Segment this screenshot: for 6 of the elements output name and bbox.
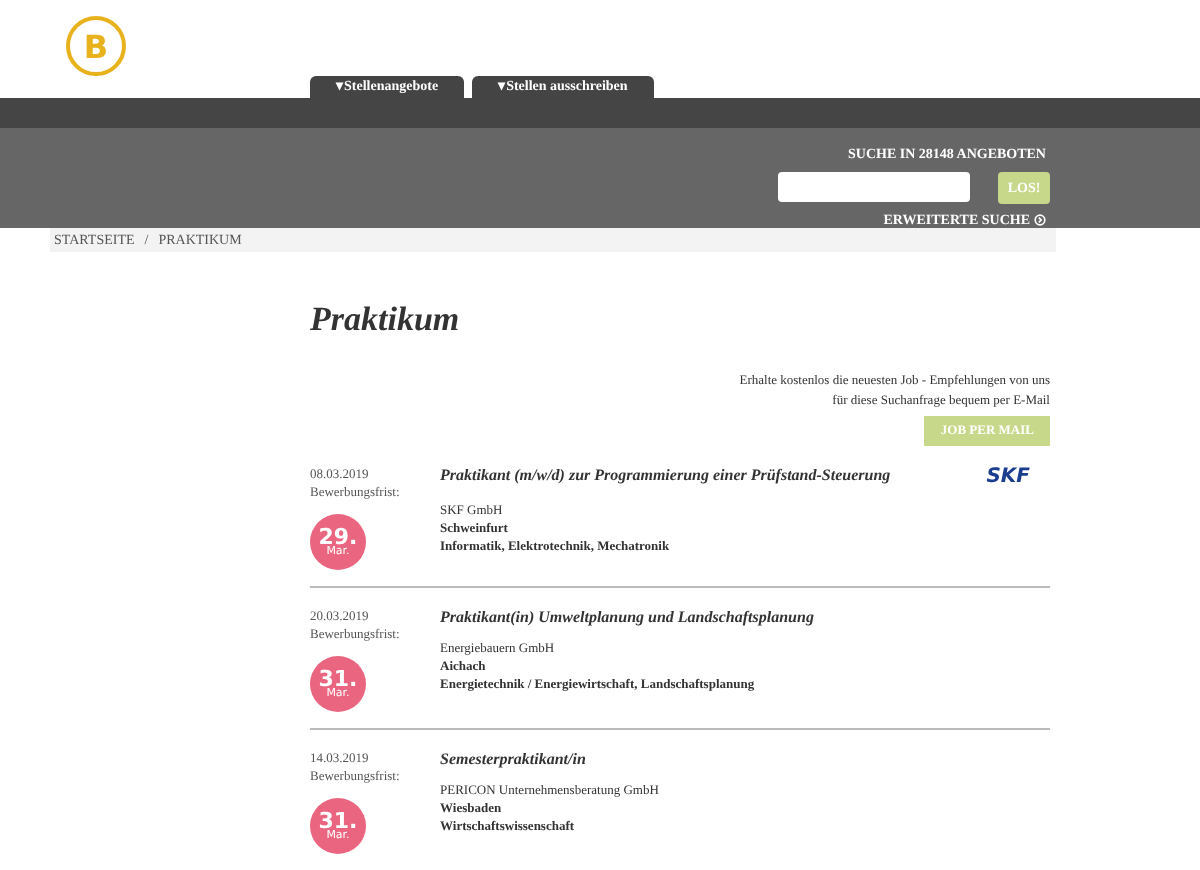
search-field[interactable]	[778, 172, 970, 203]
job-title[interactable]: Praktikant(in) Umweltplanung und Landschaftsplanung	[440, 608, 814, 626]
company-logo: SKF	[986, 466, 1030, 488]
job-title[interactable]: Praktikant (m/w/d) zur Programmierung einer Prüfstand-Steuerung	[440, 466, 891, 484]
job-title[interactable]: Semesterpraktikant/in	[440, 750, 586, 768]
page-title: Praktikum	[310, 300, 462, 340]
